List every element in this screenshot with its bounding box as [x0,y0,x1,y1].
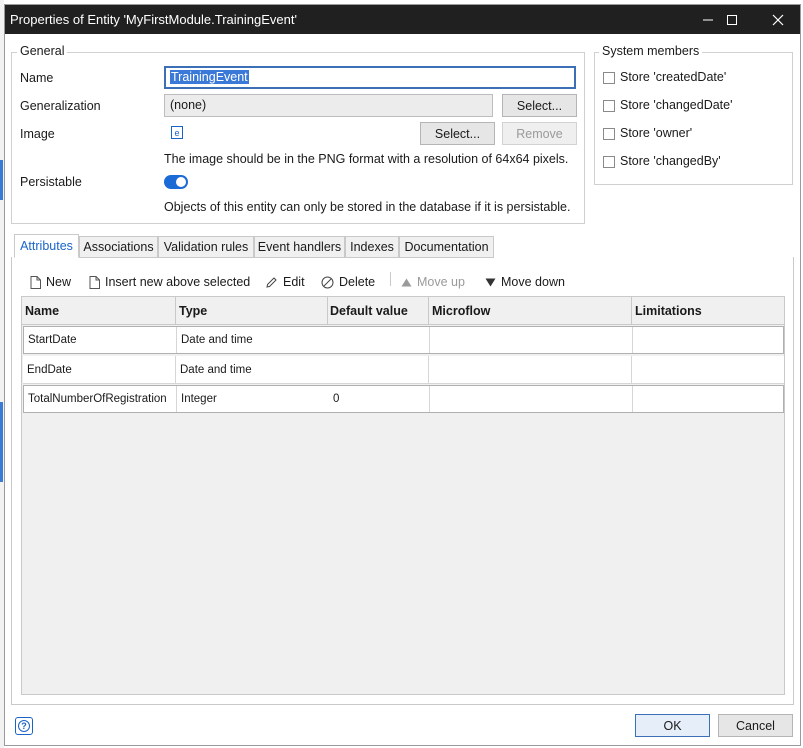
tab-indexes[interactable]: Indexes [345,236,399,258]
store-createddate-label: Store 'createdDate' [620,70,727,84]
background-app-marker [0,402,3,482]
name-label: Name [20,71,54,85]
column-header-type[interactable]: Type [176,297,328,325]
cell-microflow [430,386,633,412]
image-placeholder-icon: e [171,126,183,139]
cell-type: Date and time [180,363,252,376]
column-header-name[interactable]: Name [22,297,176,325]
cell-limitations [633,386,783,412]
maximize-icon [727,14,737,25]
move-up-button[interactable]: Move up [401,273,465,291]
store-createddate-checkbox[interactable] [603,72,615,84]
cell-name: StartDate [24,327,177,353]
image-format-note: The image should be in the PNG format wi… [164,152,569,166]
image-label: Image [20,127,55,141]
pencil-icon [266,276,277,288]
delete-circle-icon [321,276,334,288]
column-header-microflow[interactable]: Microflow [429,297,632,325]
background-app-marker [0,160,3,200]
image-select-button[interactable]: Select... [420,122,495,145]
cell-microflow [430,327,633,353]
image-remove-button[interactable]: Remove [502,122,577,145]
table-row[interactable]: StartDate Date and time [23,326,784,354]
edit-button[interactable]: Edit [265,273,305,291]
tab-event-handlers[interactable]: Event handlers [254,236,345,258]
help-icon: ? [18,720,30,732]
close-button[interactable] [755,5,801,34]
grid-header: Name Type Default value Microflow Limita… [22,297,784,325]
delete-button[interactable]: Delete [321,273,375,291]
cancel-button[interactable]: Cancel [718,714,793,737]
insert-above-label: Insert new above selected [105,275,251,289]
ok-button[interactable]: OK [635,714,710,737]
delete-label: Delete [339,275,376,289]
generalization-select-button[interactable]: Select... [502,94,577,117]
store-changeddate-label: Store 'changedDate' [620,98,733,112]
persistable-note: Objects of this entity can only be store… [164,200,571,214]
store-owner-checkbox[interactable] [603,128,615,140]
cell-name: TotalNumberOfRegistration [24,386,177,412]
cell-limitations [633,327,783,353]
move-down-button[interactable]: Move down [485,273,565,291]
name-field[interactable]: TrainingEvent [164,66,576,89]
store-changeddate-checkbox[interactable] [603,100,615,112]
persistable-label: Persistable [20,175,82,189]
move-up-label: Move up [417,275,465,289]
new-button[interactable]: New [30,273,71,291]
cell-default-value [328,356,429,383]
tab-associations[interactable]: Associations [79,236,158,258]
edit-label: Edit [283,275,305,289]
cell-name: EndDate [23,356,176,383]
tab-documentation[interactable]: Documentation [399,236,494,258]
cell-limitations [632,356,782,383]
persistable-toggle[interactable] [164,175,188,189]
cell-type: Date and time [181,334,253,346]
insert-document-icon [89,275,100,289]
store-changedby-label: Store 'changedBy' [620,154,721,168]
attributes-grid: Name Type Default value Microflow Limita… [21,296,785,695]
system-members-legend: System members [599,44,703,58]
column-header-default-value[interactable]: Default value [328,297,429,325]
tab-attributes[interactable]: Attributes [14,234,79,258]
new-document-icon [30,275,41,289]
cell-microflow [429,356,632,383]
toolbar-separator [390,272,391,286]
cell-default-value [329,327,430,353]
title-bar[interactable]: Properties of Entity 'MyFirstModule.Trai… [5,5,800,34]
maximize-button[interactable] [709,5,755,34]
cell-default-value: 0 [329,386,430,412]
tab-validation-rules[interactable]: Validation rules [158,236,254,258]
triangle-down-icon [485,278,496,286]
store-owner-label: Store 'owner' [620,126,693,140]
name-field-value: TrainingEvent [170,70,249,84]
insert-above-button[interactable]: Insert new above selected [89,273,250,291]
table-row[interactable]: EndDate Date and time [23,356,784,384]
help-button[interactable]: ? [15,717,33,735]
new-label: New [46,275,72,289]
triangle-up-icon [401,278,412,286]
generalization-field: (none) [164,94,493,117]
general-legend: General [17,44,68,58]
move-down-label: Move down [501,275,565,289]
table-row[interactable]: TotalNumberOfRegistration Integer 0 [23,385,784,413]
window-title: Properties of Entity 'MyFirstModule.Trai… [10,12,297,27]
close-icon [772,14,784,25]
cell-type: Integer [181,393,217,405]
store-changedby-checkbox[interactable] [603,156,615,168]
generalization-label: Generalization [20,99,101,113]
toggle-knob [176,177,186,187]
entity-properties-dialog: Properties of Entity 'MyFirstModule.Trai… [4,4,801,746]
column-header-limitations[interactable]: Limitations [632,297,784,325]
